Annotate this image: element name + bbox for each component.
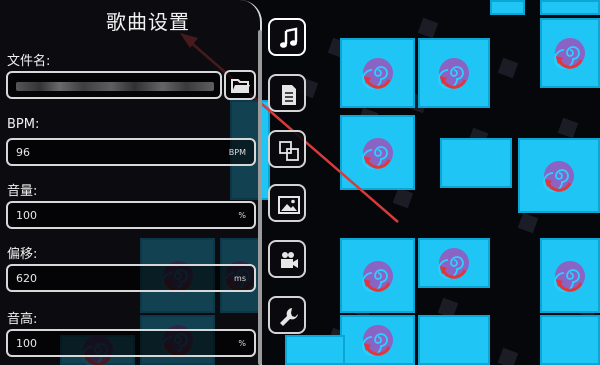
folder-icon [231, 79, 250, 93]
browse-folder-button[interactable] [224, 70, 256, 100]
bpm-label: BPM: [7, 117, 40, 132]
video-camera-icon [281, 252, 298, 268]
filename-value-obscured [16, 82, 214, 91]
wrench-icon [280, 308, 298, 326]
bpm-unit: BPM [228, 148, 246, 157]
filename-field[interactable] [6, 71, 222, 99]
tab-document[interactable] [268, 74, 306, 112]
panel-scrollbar[interactable] [258, 30, 262, 365]
volume-unit: % [238, 211, 246, 220]
tab-video[interactable] [268, 240, 306, 278]
document-icon [282, 85, 296, 105]
image-icon [278, 196, 300, 214]
panel-title: 歌曲设置 [106, 10, 190, 34]
music-note-icon [280, 27, 298, 48]
pitch-value: 100 [16, 337, 37, 350]
volume-label: 音量: [7, 184, 38, 199]
song-settings-panel: 歌曲设置 文件名: BPM: 96 BPM 音量: 100 % 偏移: 620 … [0, 0, 262, 365]
volume-value: 100 [16, 209, 37, 222]
offset-field[interactable]: 620 ms [6, 264, 256, 292]
offset-value: 620 [16, 272, 37, 285]
tab-settings[interactable] [268, 296, 306, 334]
volume-field[interactable]: 100 % [6, 201, 256, 229]
pitch-label: 音高: [7, 312, 38, 327]
bpm-value: 96 [16, 146, 30, 159]
bpm-field[interactable]: 96 BPM [6, 138, 256, 166]
pitch-field[interactable]: 100 % [6, 329, 256, 357]
filename-label: 文件名: [7, 54, 51, 69]
pitch-unit: % [238, 339, 246, 348]
layers-icon [279, 141, 299, 161]
tab-image[interactable] [268, 184, 306, 222]
tab-layers[interactable] [268, 130, 306, 168]
offset-label: 偏移: [7, 247, 38, 262]
tab-song[interactable] [268, 18, 306, 56]
offset-unit: ms [234, 274, 246, 283]
